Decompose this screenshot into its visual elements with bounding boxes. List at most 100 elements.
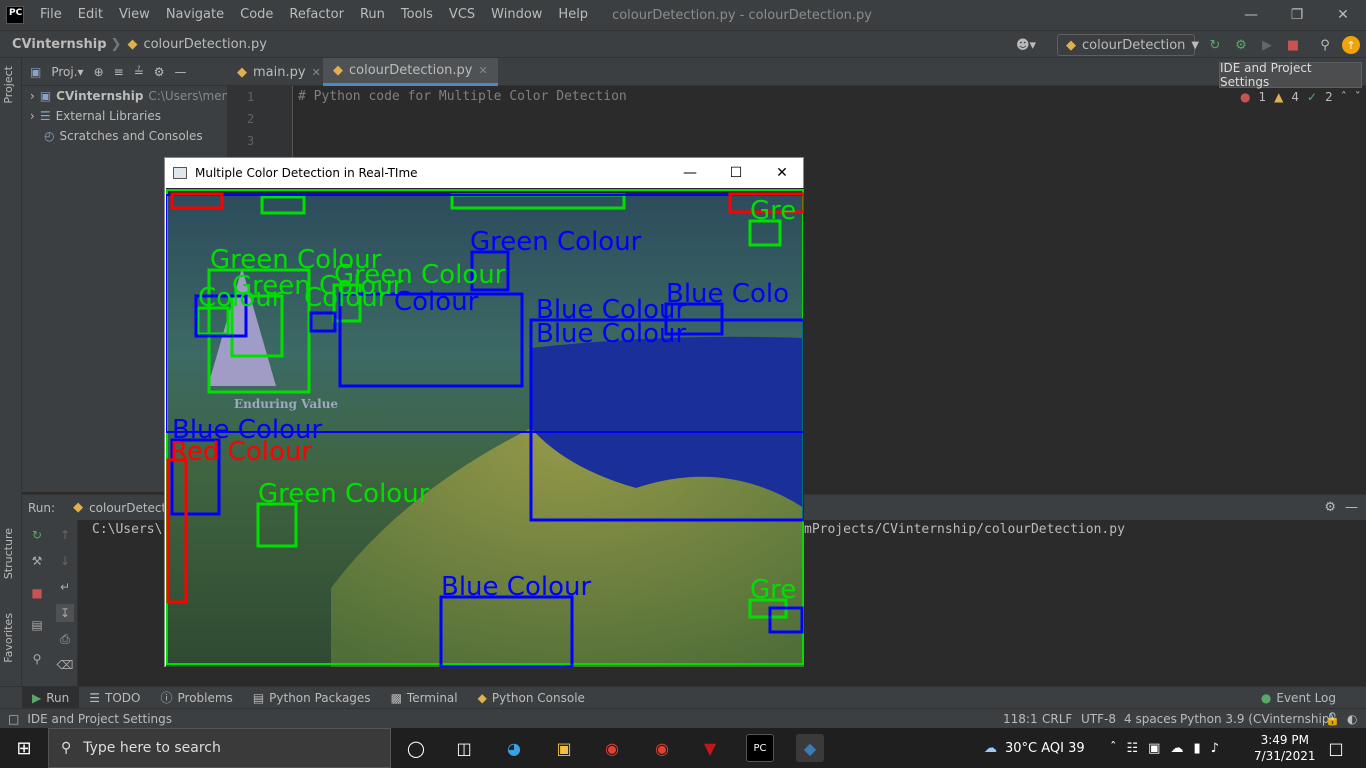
battery-icon[interactable]: ▮ [1193,741,1200,756]
cortana-icon[interactable]: ◯ [402,734,430,762]
close-button[interactable]: ✕ [1320,0,1366,30]
inspection-widget[interactable]: ● 1 ▲ 4 ✓ 2 ˆ ˇ [1240,90,1361,104]
caret-position[interactable]: 118:1 [1003,712,1038,726]
chrome-icon[interactable]: ◉ [598,734,626,762]
stop-icon[interactable]: ■ [28,584,46,602]
breadcrumb-file[interactable]: colourDetection.py [137,37,266,52]
tool-tab-terminal[interactable]: ▩ Terminal [381,687,468,709]
menu-help[interactable]: Help [550,0,596,30]
locate-icon[interactable]: ⊕ [94,65,104,79]
expand-all-icon[interactable]: ≡ [114,65,124,79]
packages-icon: ▤ [252,690,265,705]
task-view-icon[interactable]: ◫ [450,734,478,762]
menu-refactor[interactable]: Refactor [281,0,352,30]
rerun-icon[interactable]: ↻ [28,526,46,544]
taskbar-search[interactable]: ⚲ Type here to search [48,728,391,768]
menu-edit[interactable]: Edit [70,0,111,30]
tree-item-external-libraries[interactable]: › ☰ External Libraries [30,106,161,126]
tool-tab-todo[interactable]: ☰ TODO [79,687,150,709]
tab-colourdetection-py[interactable]: ◆ colourDetection.py ✕ [323,58,498,86]
stop-icon[interactable]: ■ [1284,36,1302,54]
gear-icon[interactable]: ⚙ [1324,500,1336,515]
menu-window[interactable]: Window [483,0,550,30]
python-taskbar-icon[interactable]: ◆ [796,734,824,762]
menu-run[interactable]: Run [352,0,393,30]
minimize-button[interactable]: — [1228,0,1274,30]
weather-widget[interactable]: ☁ 30°C AQI 39 [984,728,1085,768]
close-icon[interactable]: ✕ [312,66,321,79]
close-icon[interactable]: ✕ [478,64,487,77]
wifi-icon[interactable]: ☷ [1127,741,1139,756]
print-icon[interactable]: ⎙ [56,630,74,648]
wrench-icon[interactable]: ⚒ [28,552,46,570]
gear-icon[interactable]: ⚙ [154,65,165,79]
device-icon[interactable]: ▣ [1148,741,1160,756]
editor-scrollbar[interactable] [1356,86,1366,492]
notification-icon[interactable]: □ [1322,734,1350,762]
close-button[interactable]: ✕ [759,158,805,188]
panel-toggle-icon[interactable]: □ [0,712,19,726]
speaker-icon[interactable]: ♪ [1211,741,1219,756]
tree-item-scratches[interactable]: ◴ Scratches and Consoles [44,126,203,146]
event-log-tab[interactable]: ● Event Log [1251,687,1346,709]
restore-button[interactable]: ❐ [1274,0,1320,30]
scroll-to-end-icon[interactable]: ↧ [56,604,74,622]
clock[interactable]: 3:49 PM 7/31/2021 [1254,728,1316,768]
menu-tools[interactable]: Tools [393,0,441,30]
file-explorer-icon[interactable]: ▣ [550,734,578,762]
collapse-all-icon[interactable]: ≟ [134,65,144,79]
tool-tab-problems[interactable]: ⓘ Problems [150,687,242,709]
minimize-button[interactable]: — [667,158,713,188]
chrome-profile-icon[interactable]: ◉ [648,734,676,762]
breadcrumb-project[interactable]: CVinternship [0,37,107,52]
edge-browser-icon[interactable]: ◕ [500,734,528,762]
arrow-up-icon[interactable]: ↑ [56,526,74,544]
rerun-icon[interactable]: ↻ [1206,36,1224,54]
coverage-icon[interactable]: ▶ [1258,36,1276,54]
python-interpreter[interactable]: Python 3.9 (CVinternship) [1180,712,1334,726]
indent-setting[interactable]: 4 spaces [1124,712,1177,726]
cloud-sync-icon[interactable]: ☁ [1170,741,1183,756]
layout-icon[interactable]: ▤ [28,616,46,634]
search-icon[interactable]: ⚲ [1316,36,1334,54]
tool-tab-project[interactable]: Project [2,66,15,104]
chevron-up-icon[interactable]: ˆ [1341,90,1347,104]
debug-icon[interactable]: ⚙ [1232,36,1250,54]
menu-file[interactable]: File [32,0,70,30]
update-icon[interactable]: ↑ [1342,36,1360,54]
menu-code[interactable]: Code [232,0,281,30]
pin-icon[interactable]: ⚲ [28,650,46,668]
tool-tab-python-console[interactable]: ◆ Python Console [468,687,595,709]
project-view-select[interactable]: Proj.▾ [51,65,83,79]
chevron-down-icon[interactable]: ˇ [1355,90,1361,104]
tool-tab-favorites[interactable]: Favorites [2,613,15,663]
run-configuration-select[interactable]: ◆ colourDetection ▼ [1057,34,1199,56]
lock-icon[interactable]: 🔓 [1325,712,1340,726]
arrow-down-icon[interactable]: ↓ [56,552,74,570]
tool-tab-structure[interactable]: Structure [2,528,15,579]
maximize-button[interactable]: ☐ [713,158,759,188]
menu-vcs[interactable]: VCS [441,0,483,30]
soft-wrap-icon[interactable]: ↵ [56,578,74,596]
folder-icon: ▣ [30,64,42,79]
tool-tab-run[interactable]: ▶ Run [22,686,80,709]
user-icon[interactable]: ☻▾ [1012,36,1040,54]
tray-chevron-up-icon[interactable]: ˆ [1110,741,1117,756]
mcafee-icon[interactable]: ▼ [696,734,724,762]
warning-icon: ▲ [1274,90,1284,104]
tab-main-py[interactable]: ◆ main.py ✕ [227,58,331,86]
menu-view[interactable]: View [111,0,158,30]
tree-item-project-root[interactable]: › ▣ CVinternship C:\Users\menor [30,86,242,106]
tool-tab-python-packages[interactable]: ▤ Python Packages [243,687,381,709]
file-encoding[interactable]: UTF-8 [1081,712,1116,726]
blue-label: Green Colour [470,227,642,257]
menu-navigate[interactable]: Navigate [158,0,232,30]
opencv-window[interactable]: Multiple Color Detection in Real-TIme — … [164,157,804,667]
line-separator[interactable]: CRLF [1042,712,1072,726]
windows-start-icon[interactable]: ⊞ [10,734,38,762]
hide-icon[interactable]: — [175,65,187,79]
hide-icon[interactable]: — [1345,500,1358,515]
memory-indicator-icon[interactable]: ◐ [1347,712,1357,726]
trash-icon[interactable]: ⌫ [56,656,74,674]
pycharm-taskbar-icon[interactable]: PC [746,734,774,762]
